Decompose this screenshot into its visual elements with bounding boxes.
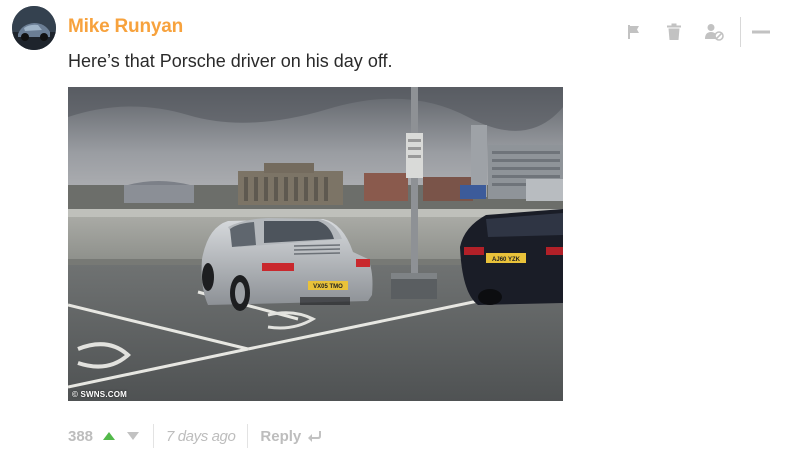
comment-image[interactable]: VX05 TMO AJ60 YZK © SWNS.COM xyxy=(68,87,563,401)
reply-label: Reply xyxy=(260,427,302,445)
downvote-button[interactable] xyxy=(125,428,141,444)
comment-footer: 388 7 days ago Reply xyxy=(68,424,322,448)
collapse-icon xyxy=(752,30,770,34)
upvote-icon xyxy=(103,432,116,440)
avatar-car-icon xyxy=(12,6,56,50)
delete-button[interactable] xyxy=(662,20,686,44)
image-watermark: © SWNS.COM xyxy=(72,390,128,399)
downvote-icon xyxy=(127,432,140,440)
comment-timestamp[interactable]: 7 days ago xyxy=(166,428,236,445)
comment-author[interactable]: Mike Runyan xyxy=(68,16,183,38)
vote-count: 388 xyxy=(68,427,94,445)
collapse-button[interactable] xyxy=(751,22,771,42)
flag-button[interactable] xyxy=(622,20,646,44)
avatar[interactable] xyxy=(12,6,56,50)
reply-button[interactable]: Reply xyxy=(260,427,322,445)
trash-icon xyxy=(667,23,681,40)
flag-icon xyxy=(628,25,639,39)
upvote-button[interactable] xyxy=(101,428,117,444)
footer-divider xyxy=(153,424,155,448)
block-user-button[interactable] xyxy=(702,20,726,44)
user-block-icon xyxy=(705,24,724,41)
footer-divider-2 xyxy=(247,424,249,448)
porsche-plate: VX05 TMO xyxy=(313,284,343,290)
comment-toolbar xyxy=(606,17,771,47)
parking-lot-photo: VX05 TMO AJ60 YZK xyxy=(68,87,563,401)
reply-arrow-icon xyxy=(307,430,322,442)
toolbar-divider xyxy=(740,17,741,47)
comment-text: Here’s that Porsche driver on his day of… xyxy=(68,51,393,71)
bmw-plate: AJ60 YZK xyxy=(492,257,521,263)
